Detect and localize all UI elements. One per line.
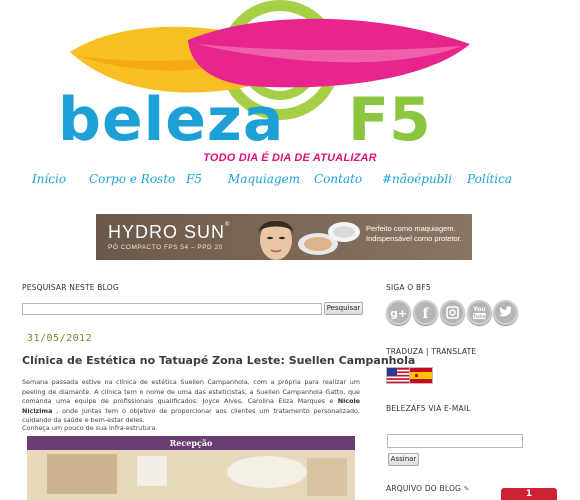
lips-logo-icon: beleza F5 — [58, 0, 470, 155]
nav-item-corpo-rosto[interactable]: Corpo e Rosto — [89, 172, 175, 186]
search-section-title: PESQUISAR NESTE BLOG — [22, 283, 119, 292]
post-photo[interactable]: Recepção — [27, 436, 355, 500]
post-date: 31/05/2012 — [27, 333, 93, 344]
instagram-icon[interactable] — [440, 300, 465, 325]
post-title[interactable]: Clínica de Estética no Tatuapé Zona Lest… — [22, 354, 415, 367]
google-plus-icon[interactable]: g+ — [386, 300, 411, 325]
svg-text:f: f — [422, 306, 429, 322]
search-button[interactable]: Pesquisar — [324, 302, 363, 315]
svg-text:g+: g+ — [390, 307, 407, 320]
nav-item-contato[interactable]: Contato — [314, 172, 362, 186]
site-tagline: TODO DIA É DIA DE ATUALIZAR — [203, 152, 377, 164]
photo-caption: Recepção — [27, 436, 355, 450]
compact-powder-image — [298, 222, 360, 255]
archive-section-title: ARQUIVO DO BLOG ✎ — [386, 484, 470, 493]
facebook-icon[interactable]: f — [413, 300, 438, 325]
email-field[interactable] — [387, 434, 523, 448]
svg-text:Tube: Tube — [473, 314, 487, 320]
main-nav: Início Corpo e Rosto F5 Maquiagem Contat… — [0, 172, 580, 192]
nav-item-inicio[interactable]: Início — [32, 172, 66, 186]
ad-text: Perfeito como maquiagem. Indispensável c… — [366, 224, 462, 243]
logo-text-beleza: beleza — [58, 85, 284, 155]
svg-text:You: You — [472, 306, 485, 313]
nav-item-f5[interactable]: F5 — [186, 172, 202, 186]
subscribe-button[interactable]: Assinar — [388, 453, 419, 466]
post-text-line: Conheça um pouco de sua infra-estrutura. — [22, 424, 158, 432]
logo-text-f5: F5 — [348, 85, 431, 155]
notification-badge[interactable]: 1 — [501, 488, 557, 500]
nav-item-maquiagem[interactable]: Maquiagem — [228, 172, 300, 186]
translate-section-title: TRADUZA | TRANSLATE — [386, 347, 477, 356]
post-body: Semana passada estive na clínica de esté… — [22, 378, 360, 424]
site-header: beleza F5 — [0, 0, 580, 165]
email-section-title: BELEZAF5 VIA E-MAIL — [386, 404, 471, 413]
nav-item-politica[interactable]: Política — [467, 172, 512, 186]
reception-photo-image — [27, 450, 355, 500]
us-flag-icon[interactable] — [386, 367, 410, 384]
ad-subtitle: PÓ COMPACTO FPS 54 – PPD 20 — [108, 244, 223, 251]
pencil-icon: ✎ — [463, 485, 470, 493]
twitter-icon[interactable] — [493, 300, 518, 325]
youtube-icon[interactable]: You Tube — [467, 300, 492, 325]
search-input[interactable] — [22, 303, 322, 315]
follow-section-title: SIGA O BF5 — [386, 283, 431, 292]
nav-item-naoepubli[interactable]: #nãoépubli — [382, 172, 452, 186]
spain-flag-icon[interactable] — [409, 367, 433, 384]
ad-brand: HYDRO SUN® — [108, 222, 231, 242]
ad-banner[interactable]: HYDRO SUN® PÓ COMPACTO FPS 54 – PPD 20 P… — [96, 214, 472, 260]
